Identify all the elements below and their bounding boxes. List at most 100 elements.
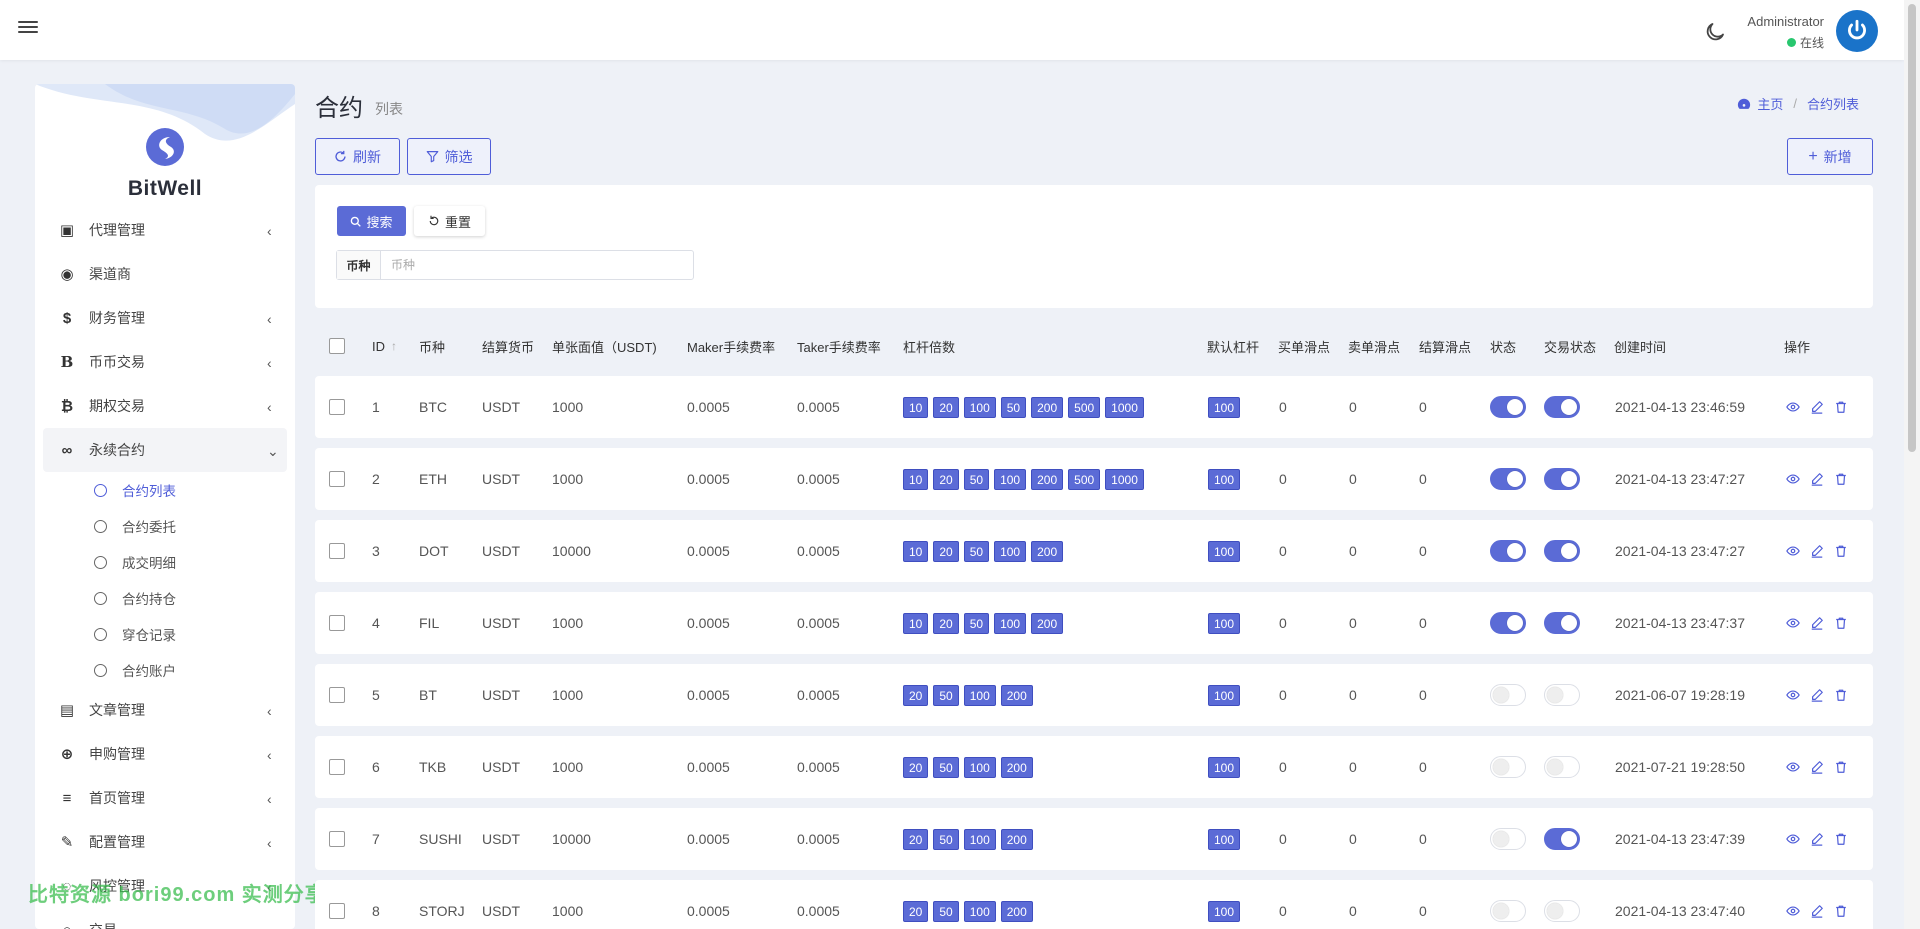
edit-icon[interactable]	[1810, 760, 1824, 774]
trade-status-toggle[interactable]	[1544, 684, 1580, 706]
sidebar-item-spot[interactable]: B 币币交易 ‹	[35, 340, 295, 384]
submenu-item-accounts[interactable]: 合约账户	[35, 652, 295, 688]
link-icon: ∞	[61, 441, 73, 459]
delete-icon[interactable]	[1834, 544, 1848, 558]
delete-icon[interactable]	[1834, 688, 1848, 702]
cell-face-value: 10000	[552, 543, 591, 559]
view-icon[interactable]	[1786, 544, 1800, 558]
edit-icon[interactable]	[1810, 400, 1824, 414]
row-checkbox[interactable]	[329, 399, 345, 415]
row-checkbox[interactable]	[329, 831, 345, 847]
edit-icon[interactable]	[1810, 904, 1824, 918]
cell-buy-slippage: 0	[1279, 687, 1287, 703]
trade-status-toggle[interactable]	[1544, 828, 1580, 850]
view-icon[interactable]	[1786, 760, 1800, 774]
sidebar-item-label: 文章管理	[89, 702, 145, 718]
col-id[interactable]: ID ↑	[372, 325, 397, 367]
circle-icon	[94, 555, 107, 569]
delete-icon[interactable]	[1834, 472, 1848, 486]
reset-button[interactable]: 重置	[414, 206, 485, 236]
filter-panel: 搜索 重置 币种	[315, 185, 1873, 308]
col-default-leverage: 默认杠杆	[1207, 339, 1260, 355]
trade-status-toggle[interactable]	[1544, 756, 1580, 778]
cell-leverage: 10 20 50 100 200	[903, 592, 1068, 654]
submenu-item-trade-details[interactable]: 成交明细	[35, 544, 295, 580]
delete-icon[interactable]	[1834, 760, 1848, 774]
view-icon[interactable]	[1786, 400, 1800, 414]
trade-status-toggle[interactable]	[1544, 396, 1580, 418]
status-toggle[interactable]	[1490, 540, 1526, 562]
leverage-tag: 1000	[1105, 396, 1144, 418]
leverage-tag: 10	[903, 396, 929, 418]
sidebar-item-channel[interactable]: ◉ 渠道商	[35, 252, 295, 296]
delete-icon[interactable]	[1834, 904, 1848, 918]
trade-status-toggle[interactable]	[1544, 468, 1580, 490]
sort-arrow-icon[interactable]: ↑	[391, 339, 397, 353]
status-toggle[interactable]	[1490, 468, 1526, 490]
edit-icon[interactable]	[1810, 832, 1824, 846]
edit-icon[interactable]	[1810, 544, 1824, 558]
submenu-item-contract-orders[interactable]: 合约委托	[35, 508, 295, 544]
row-checkbox[interactable]	[329, 687, 345, 703]
status-toggle[interactable]	[1490, 828, 1526, 850]
sidebar-item-perpetual[interactable]: ∞ 永续合约 ⌄	[43, 428, 287, 472]
add-button[interactable]: + 新增	[1787, 138, 1873, 175]
trade-status-toggle[interactable]	[1544, 612, 1580, 634]
sidebar-item-agent[interactable]: ▣ 代理管理 ‹	[35, 208, 295, 252]
submenu-item-label: 合约账户	[122, 664, 176, 679]
status-toggle[interactable]	[1490, 396, 1526, 418]
col-face-value: 单张面值（USDT)	[552, 339, 657, 355]
status-toggle[interactable]	[1490, 756, 1526, 778]
moon-icon[interactable]	[1703, 20, 1727, 44]
sidebar-item-homepage[interactable]: ≡ 首页管理 ‹	[35, 776, 295, 820]
search-button[interactable]: 搜索	[337, 206, 406, 236]
view-icon[interactable]	[1786, 472, 1800, 486]
menu-toggle-icon[interactable]	[18, 18, 38, 38]
default-leverage-tag: 100	[1208, 540, 1241, 562]
edit-icon[interactable]	[1810, 688, 1824, 702]
sidebar-item-articles[interactable]: ▤ 文章管理 ‹	[35, 688, 295, 732]
view-icon[interactable]	[1786, 832, 1800, 846]
scrollbar-thumb[interactable]	[1908, 4, 1916, 452]
status-toggle[interactable]	[1490, 684, 1526, 706]
filter-button[interactable]: 筛选	[407, 138, 491, 175]
row-checkbox[interactable]	[329, 543, 345, 559]
refresh-button[interactable]: 刷新	[315, 138, 400, 175]
sidebar-item-trading[interactable]: ○ 交易 ‹	[35, 908, 295, 929]
sidebar-item-subscription[interactable]: ⊕ 申购管理 ‹	[35, 732, 295, 776]
submenu-item-liquidation[interactable]: 穿仓记录	[35, 616, 295, 652]
leverage-tag: 20	[933, 540, 959, 562]
delete-icon[interactable]	[1834, 616, 1848, 630]
leverage-tag: 20	[903, 684, 929, 706]
vertical-scrollbar[interactable]	[1904, 0, 1920, 929]
delete-icon[interactable]	[1834, 400, 1848, 414]
trade-status-toggle[interactable]	[1544, 900, 1580, 922]
status-toggle[interactable]	[1490, 900, 1526, 922]
admin-name[interactable]: Administrator	[1747, 14, 1824, 29]
status-toggle[interactable]	[1490, 612, 1526, 634]
edit-icon[interactable]	[1810, 616, 1824, 630]
coin-filter-input[interactable]	[381, 251, 693, 279]
submenu-item-positions[interactable]: 合约持仓	[35, 580, 295, 616]
delete-icon[interactable]	[1834, 832, 1848, 846]
view-icon[interactable]	[1786, 616, 1800, 630]
sidebar-item-finance[interactable]: $ 财务管理 ‹	[35, 296, 295, 340]
brand-name: BitWell	[127, 177, 203, 200]
row-checkbox[interactable]	[329, 759, 345, 775]
sidebar-item-options[interactable]: ₿ 期权交易 ‹	[35, 384, 295, 428]
row-checkbox[interactable]	[329, 471, 345, 487]
sidebar-item-config[interactable]: ✎ 配置管理 ‹	[35, 820, 295, 864]
leverage-tag: 50	[1000, 396, 1027, 418]
breadcrumb-home[interactable]: 主页	[1757, 94, 1783, 113]
edit-icon[interactable]	[1810, 472, 1824, 486]
select-all-checkbox[interactable]	[329, 338, 345, 354]
view-icon[interactable]	[1786, 688, 1800, 702]
row-checkbox[interactable]	[329, 903, 345, 919]
submenu-item-contract-list[interactable]: 合约列表	[35, 472, 295, 508]
sidebar-item-label: 交易	[89, 920, 117, 929]
avatar[interactable]	[1836, 10, 1878, 52]
view-icon[interactable]	[1786, 904, 1800, 918]
trade-status-toggle[interactable]	[1544, 540, 1580, 562]
row-checkbox[interactable]	[329, 615, 345, 631]
default-leverage-tag: 100	[1208, 756, 1241, 778]
